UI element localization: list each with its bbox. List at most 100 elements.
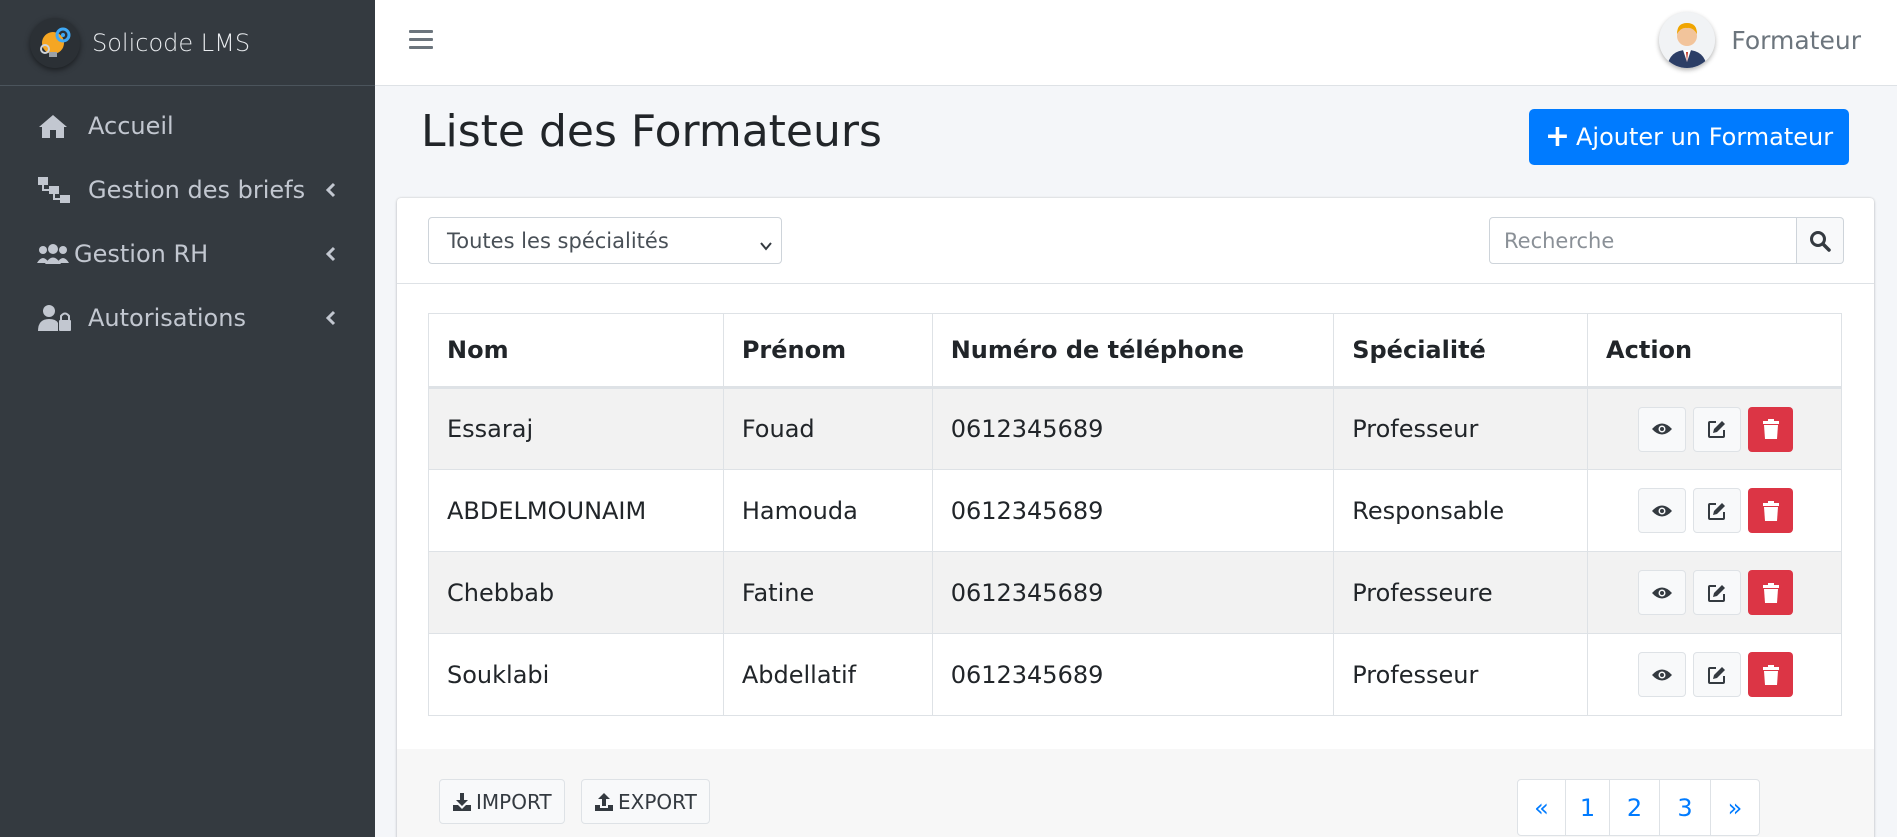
eye-icon bbox=[1652, 505, 1673, 516]
cell-prenom: Hamouda bbox=[722, 469, 933, 552]
cell-actions bbox=[1587, 551, 1842, 634]
column-header-action: Action bbox=[1587, 313, 1842, 389]
sidebar-item-accueil[interactable]: Accueil bbox=[0, 94, 375, 158]
delete-button[interactable] bbox=[1748, 488, 1794, 533]
cell-specialite: Professeur bbox=[1333, 387, 1589, 470]
cell-specialite: Professeure bbox=[1333, 551, 1589, 634]
sidebar: Solicode LMS Accueil Gestion des briefs … bbox=[0, 0, 375, 837]
column-header-telephone[interactable]: Numéro de téléphone bbox=[931, 313, 1335, 389]
edit-button[interactable] bbox=[1693, 406, 1742, 452]
cell-prenom: Fatine bbox=[722, 551, 933, 634]
view-button[interactable] bbox=[1638, 406, 1687, 452]
edit-icon bbox=[1708, 584, 1726, 602]
cell-telephone: 0612345689 bbox=[931, 387, 1335, 470]
add-formateur-button[interactable]: + Ajouter un Formateur bbox=[1529, 109, 1849, 165]
users-icon bbox=[36, 239, 72, 269]
table-row: Souklabi Abdellatif 0612345689 Professeu… bbox=[428, 633, 1842, 716]
page-2[interactable]: 2 bbox=[1610, 780, 1660, 835]
chevron-left-icon bbox=[323, 310, 339, 326]
export-label: EXPORT bbox=[618, 789, 697, 814]
add-formateur-label: Ajouter un Formateur bbox=[1576, 123, 1834, 151]
table-row: ABDELMOUNAIM Hamouda 0612345689 Responsa… bbox=[428, 469, 1842, 552]
edit-button[interactable] bbox=[1693, 652, 1742, 697]
specialty-select[interactable]: Toutes les spécialités bbox=[428, 217, 782, 264]
eye-icon bbox=[1652, 587, 1673, 598]
trash-icon bbox=[1762, 582, 1779, 603]
delete-button[interactable] bbox=[1748, 652, 1794, 697]
table-row: Chebbab Fatine 0612345689 Professeure bbox=[428, 551, 1842, 634]
column-header-specialite[interactable]: Spécialité bbox=[1333, 313, 1589, 389]
search-group bbox=[1489, 217, 1844, 264]
eye-icon bbox=[1652, 669, 1673, 680]
plus-icon: + bbox=[1544, 119, 1570, 154]
page-3[interactable]: 3 bbox=[1660, 780, 1711, 835]
sitemap-icon bbox=[38, 175, 74, 205]
edit-icon bbox=[1708, 502, 1726, 520]
delete-button[interactable] bbox=[1748, 406, 1794, 452]
edit-button[interactable] bbox=[1693, 488, 1742, 533]
export-button[interactable]: EXPORT bbox=[581, 779, 710, 824]
column-header-prenom[interactable]: Prénom bbox=[722, 313, 933, 389]
view-button[interactable] bbox=[1638, 652, 1687, 697]
formateurs-card: Toutes les spécialités Nom Prénom Numéro… bbox=[397, 198, 1874, 837]
page-next[interactable]: » bbox=[1711, 780, 1759, 835]
user-menu[interactable]: Formateur bbox=[1659, 12, 1861, 68]
eye-icon bbox=[1652, 423, 1673, 435]
table-row: Essaraj Fouad 0612345689 Professeur bbox=[428, 387, 1842, 470]
sidebar-item-autorisations[interactable]: Autorisations bbox=[0, 286, 375, 350]
table-header-row: Nom Prénom Numéro de téléphone Spécialit… bbox=[428, 313, 1842, 389]
cell-nom: Chebbab bbox=[428, 551, 724, 634]
sidebar-item-label: Gestion des briefs bbox=[88, 176, 306, 204]
pagination: « 1 2 3 » bbox=[1517, 779, 1760, 836]
view-button[interactable] bbox=[1638, 570, 1687, 615]
import-label: IMPORT bbox=[476, 789, 552, 814]
view-button[interactable] bbox=[1638, 488, 1687, 533]
sidebar-item-label: Autorisations bbox=[88, 304, 246, 332]
cell-actions bbox=[1587, 469, 1842, 552]
search-icon bbox=[1810, 230, 1831, 252]
edit-icon bbox=[1708, 421, 1726, 438]
search-input[interactable] bbox=[1489, 217, 1797, 264]
chevron-down-icon bbox=[759, 234, 773, 258]
chevron-left-icon bbox=[323, 182, 339, 198]
home-icon bbox=[38, 111, 74, 141]
cell-prenom: Fouad bbox=[722, 387, 933, 470]
trash-icon bbox=[1762, 500, 1779, 521]
page-prev[interactable]: « bbox=[1518, 780, 1566, 835]
card-header: Toutes les spécialités bbox=[397, 198, 1874, 284]
page-title: Liste des Formateurs bbox=[421, 106, 882, 157]
cell-nom: Essaraj bbox=[428, 387, 724, 470]
edit-icon bbox=[1708, 666, 1726, 684]
formateurs-table: Nom Prénom Numéro de téléphone Spécialit… bbox=[428, 313, 1842, 716]
column-header-nom[interactable]: Nom bbox=[428, 313, 724, 389]
sidebar-item-gestion-briefs[interactable]: Gestion des briefs bbox=[0, 158, 375, 222]
cell-actions bbox=[1587, 633, 1842, 716]
trash-icon bbox=[1762, 664, 1779, 685]
download-icon bbox=[453, 792, 471, 811]
topbar: Formateur bbox=[375, 0, 1897, 86]
page-1[interactable]: 1 bbox=[1566, 780, 1610, 835]
cell-specialite: Responsable bbox=[1333, 469, 1589, 552]
cell-prenom: Abdellatif bbox=[722, 633, 933, 716]
hamburger-menu-icon[interactable] bbox=[409, 30, 433, 54]
brand[interactable]: Solicode LMS bbox=[0, 0, 375, 86]
brand-logo-icon bbox=[30, 17, 80, 68]
sidebar-item-label: Gestion RH bbox=[74, 240, 209, 268]
sidebar-item-gestion-rh[interactable]: Gestion RH bbox=[0, 222, 375, 286]
upload-icon bbox=[595, 792, 613, 811]
brand-name: Solicode LMS bbox=[92, 28, 251, 57]
search-button[interactable] bbox=[1797, 217, 1844, 264]
user-name: Formateur bbox=[1731, 25, 1861, 55]
specialty-select-value: Toutes les spécialités bbox=[447, 228, 669, 253]
cell-telephone: 0612345689 bbox=[931, 551, 1335, 634]
import-button[interactable]: IMPORT bbox=[439, 779, 565, 824]
edit-button[interactable] bbox=[1693, 570, 1742, 615]
card-footer: IMPORT EXPORT « 1 2 3 » bbox=[397, 749, 1874, 837]
delete-button[interactable] bbox=[1748, 570, 1794, 615]
cell-nom: ABDELMOUNAIM bbox=[428, 469, 724, 552]
cell-actions bbox=[1587, 387, 1842, 470]
sidebar-nav: Accueil Gestion des briefs Gestion RH Au… bbox=[0, 94, 375, 350]
avatar bbox=[1659, 12, 1716, 68]
cell-telephone: 0612345689 bbox=[931, 633, 1335, 716]
cell-nom: Souklabi bbox=[428, 633, 724, 716]
